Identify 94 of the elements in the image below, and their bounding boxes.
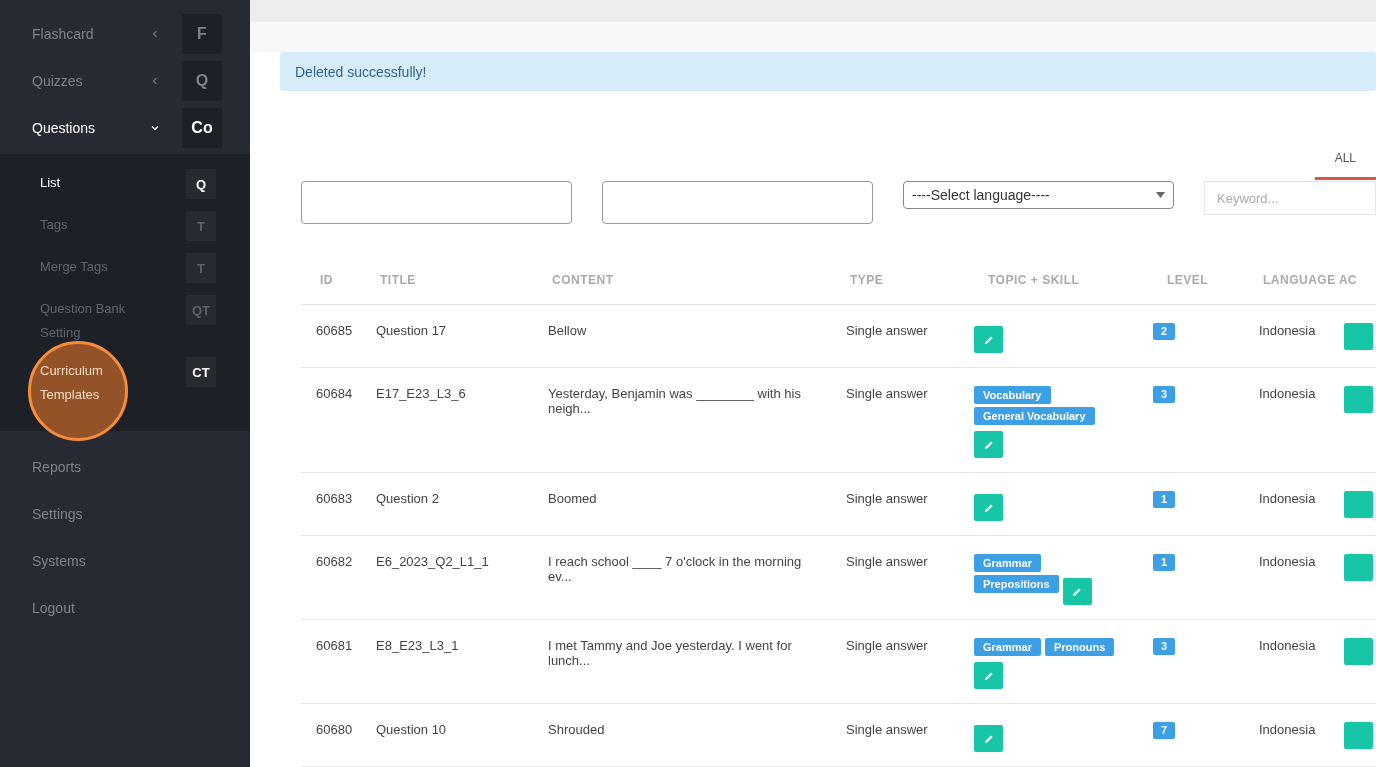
tag: General Vocabulary [974, 407, 1095, 425]
level-badge: 3 [1153, 638, 1176, 655]
table-cell: Indonesia [1259, 722, 1316, 737]
table-cell: Indonesia [1259, 323, 1316, 338]
menu-badge: T [186, 253, 216, 283]
table-cell: Question 2 [376, 491, 439, 506]
language-select[interactable]: ----Select language---- [903, 181, 1174, 209]
sidebar-item[interactable]: Questions [32, 119, 150, 136]
table-cell: Indonesia [1259, 554, 1316, 569]
level-badge: 1 [1153, 491, 1176, 508]
table-cell: E6_2023_Q2_L1_1 [376, 554, 489, 569]
table-cell: Indonesia [1259, 491, 1316, 506]
edit-button[interactable] [974, 494, 1003, 521]
pencil-icon [983, 733, 994, 744]
tag: Grammar [974, 638, 1041, 656]
column-header: ID [320, 273, 333, 287]
sidebar-item[interactable]: Settings [32, 505, 83, 522]
column-header: AC [1339, 273, 1357, 287]
level-badge: 1 [1153, 554, 1176, 571]
keyword-field[interactable]: Keyword... [1204, 181, 1376, 215]
menu-badge: CT [186, 357, 216, 387]
action-button[interactable] [1344, 554, 1373, 581]
table-cell: Question 17 [376, 323, 447, 338]
table-cell: Single answer [846, 491, 928, 506]
table-cell: Single answer [846, 638, 928, 653]
submenu-item[interactable]: Curriculum Templates [40, 357, 146, 407]
success-alert: Deleted successfully! [280, 52, 1376, 91]
action-button[interactable] [1344, 323, 1373, 350]
table-cell: Single answer [846, 386, 928, 401]
table-cell: 60680 [316, 722, 353, 737]
table-cell: Boomed [548, 491, 597, 506]
input-field[interactable] [602, 181, 873, 224]
table-cell: Single answer [846, 323, 928, 338]
table-cell: 60684 [316, 386, 353, 401]
table-cell: 60681 [316, 638, 353, 653]
sidebar-item[interactable]: Reports [32, 458, 82, 475]
table-cell: 60682 [316, 554, 353, 569]
column-header: LANGUAGE [1263, 273, 1336, 287]
edit-button[interactable] [974, 725, 1003, 752]
table-cell: I reach school ____ 7 o'clock in the morning ev... [548, 554, 802, 584]
sidebar-item[interactable]: Quizzes [32, 72, 150, 89]
menu-badge: F [182, 13, 222, 54]
action-button[interactable] [1344, 638, 1373, 665]
pencil-icon [983, 334, 994, 345]
menu-badge: Q [182, 60, 222, 101]
menu-badge: Co [182, 107, 222, 148]
pencil-icon [983, 670, 994, 681]
column-header: CONTENT [552, 273, 614, 287]
submenu-item[interactable]: List [40, 169, 146, 195]
table-cell: Single answer [846, 722, 928, 737]
edit-button[interactable] [1062, 578, 1092, 605]
column-header: TITLE [380, 273, 416, 287]
submenu-item[interactable]: Tags [40, 211, 146, 237]
pencil-icon [983, 502, 994, 513]
level-badge: 3 [1153, 386, 1176, 403]
submenu-item[interactable]: Question Bank Setting [40, 295, 146, 345]
menu-badge: QT [186, 295, 216, 325]
column-header: TOPIC + SKILL [988, 273, 1080, 287]
table-cell: Indonesia [1259, 638, 1316, 653]
tag: Grammar [974, 554, 1041, 572]
table-cell: Indonesia [1259, 386, 1316, 401]
input-field[interactable] [301, 181, 572, 224]
tag: Prepositions [974, 575, 1059, 593]
menu-badge: Q [186, 169, 216, 199]
table-cell: Yesterday, Benjamin was ________ with his neigh... [548, 386, 801, 416]
submenu-item[interactable]: Merge Tags [40, 253, 146, 279]
tag: Vocabulary [974, 386, 1051, 404]
table-cell: E17_E23_L3_6 [376, 386, 466, 401]
sidebar-item[interactable]: Systems [32, 552, 86, 569]
action-button[interactable] [1344, 722, 1373, 749]
menu-badge: T [186, 211, 216, 241]
pencil-icon [1072, 586, 1083, 597]
action-button[interactable] [1344, 386, 1373, 413]
caret-icon [1156, 192, 1165, 198]
table-cell: Bellow [548, 323, 587, 338]
column-header: LEVEL [1167, 273, 1209, 287]
table-cell: Shrouded [548, 722, 605, 737]
pencil-icon [983, 439, 994, 450]
table-cell: 60685 [316, 323, 353, 338]
level-badge: 2 [1153, 323, 1176, 340]
tag: Pronouns [1044, 638, 1115, 656]
level-badge: 7 [1153, 722, 1176, 739]
sidebar-item[interactable]: Flashcard [32, 25, 150, 42]
edit-button[interactable] [974, 662, 1003, 689]
edit-button[interactable] [974, 431, 1003, 458]
table-cell: 60683 [316, 491, 353, 506]
table-cell: E8_E23_L3_1 [376, 638, 459, 653]
table-cell: Question 10 [376, 722, 447, 737]
table-cell: I met Tammy and Joe yesterday. I went for lunch... [548, 638, 792, 668]
sidebar-item[interactable]: Logout [32, 599, 75, 616]
table-cell: Single answer [846, 554, 928, 569]
action-button[interactable] [1344, 491, 1373, 518]
column-header: TYPE [850, 273, 884, 287]
edit-button[interactable] [974, 326, 1003, 353]
